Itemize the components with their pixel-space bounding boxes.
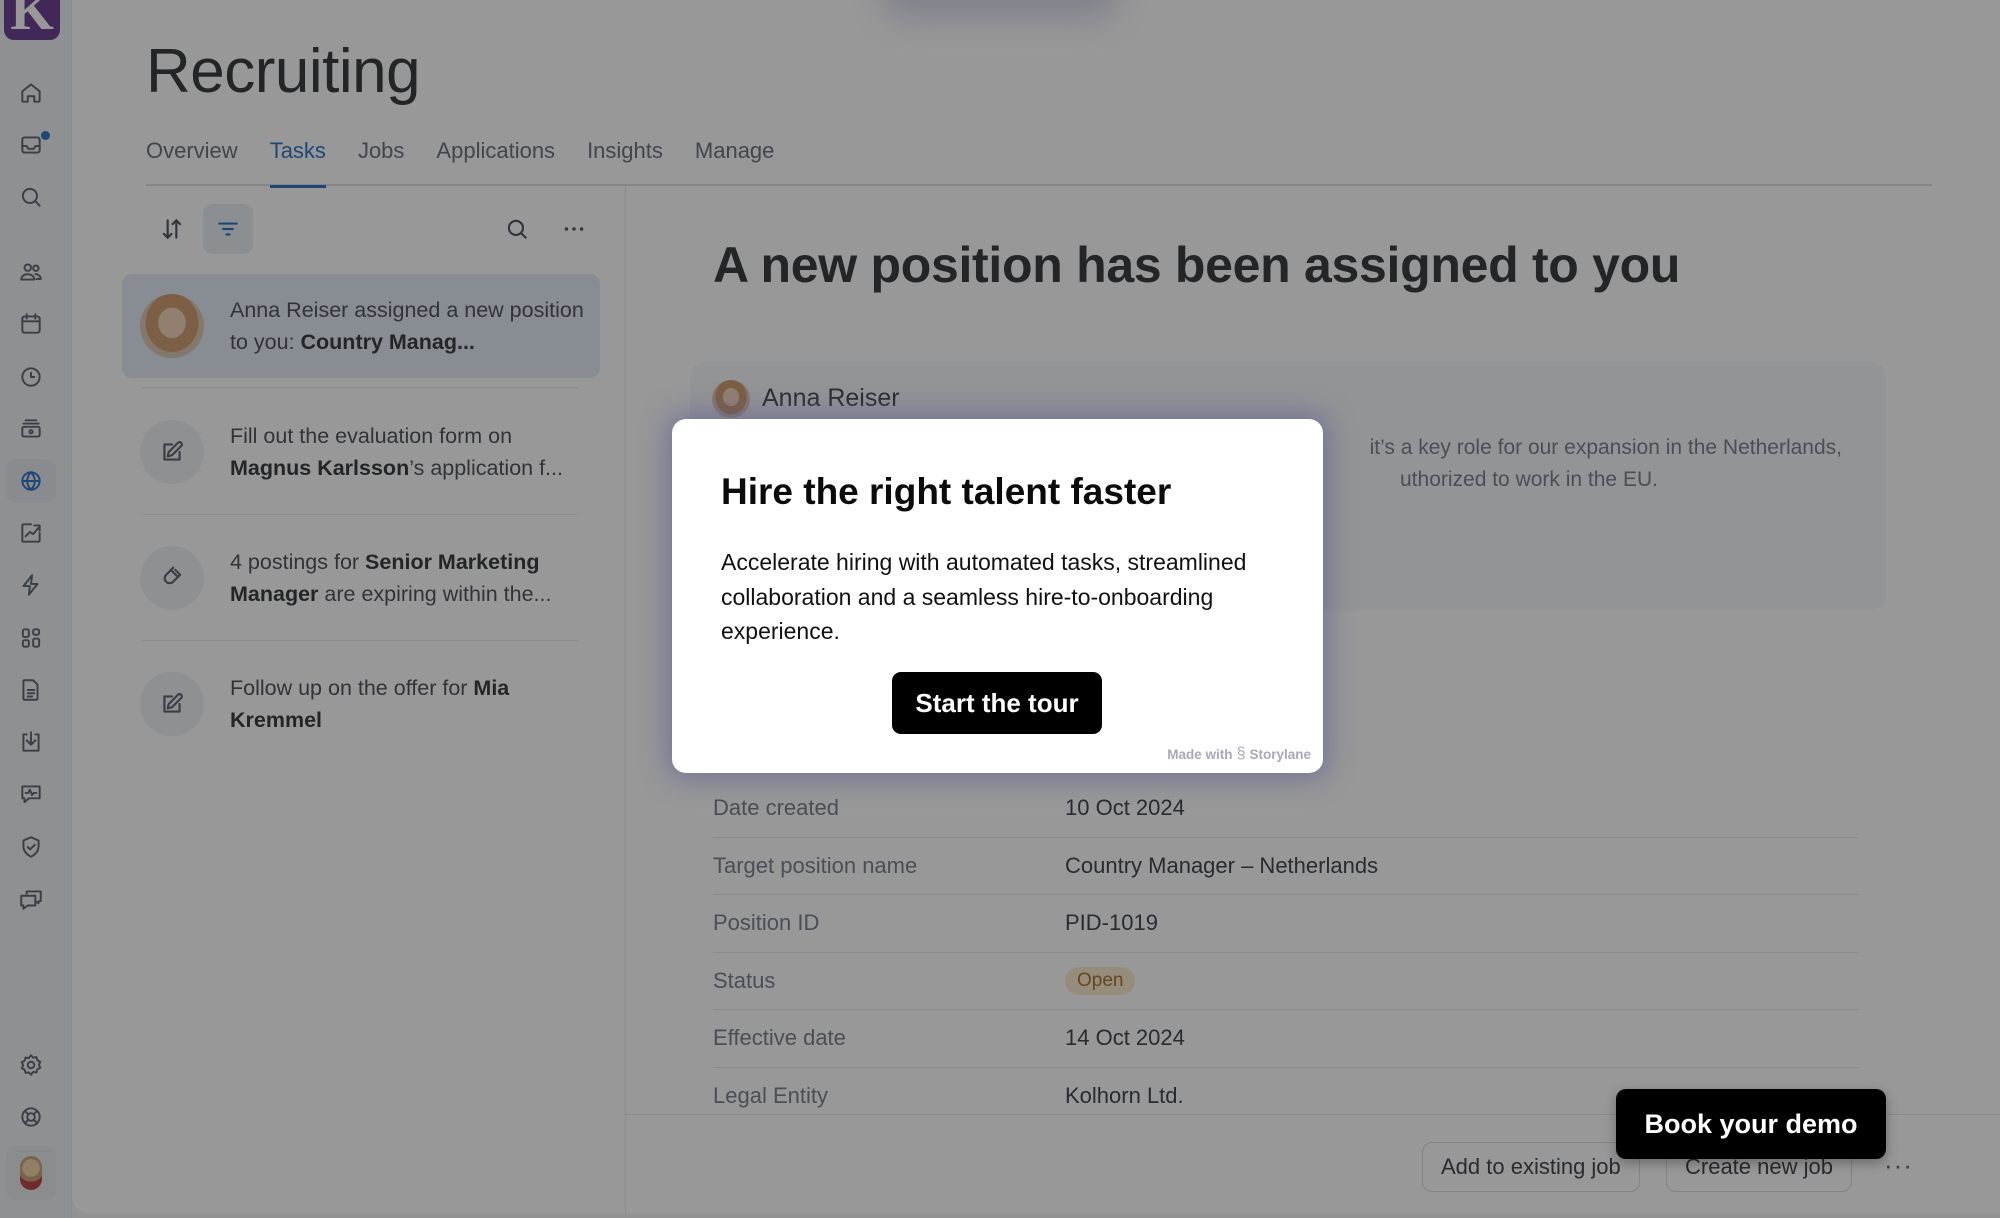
tour-modal: Hire the right talent faster Accelerate …	[672, 419, 1323, 773]
modal-title: Hire the right talent faster	[721, 471, 1172, 512]
storylane-branding[interactable]: Made with § Storylane	[1167, 745, 1311, 763]
modal-body: Accelerate hiring with automated tasks, …	[721, 549, 1247, 644]
brand-name: Storylane	[1249, 746, 1311, 762]
start-tour-button[interactable]: Start the tour	[892, 672, 1102, 734]
book-demo-button[interactable]: Book your demo	[1616, 1089, 1886, 1159]
made-with-label: Made with	[1167, 746, 1233, 762]
storylane-logo-icon: §	[1236, 745, 1246, 762]
decorative-shadow	[880, 0, 1120, 20]
